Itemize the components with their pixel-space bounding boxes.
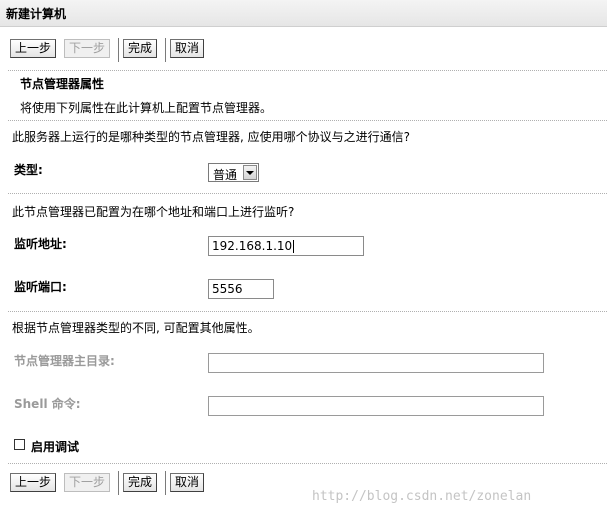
protocol-question: 此服务器上运行的是哪种类型的节点管理器, 应使用哪个协议与之进行通信? [12, 130, 411, 144]
divider [8, 120, 607, 121]
listen-question: 此节点管理器已配置为在哪个地址和端口上进行监听? [12, 205, 295, 219]
cancel-button[interactable]: 取消 [170, 473, 204, 492]
button-separator [118, 38, 119, 62]
top-button-bar: 上一步 下一步 完成 取消 [0, 38, 607, 64]
type-label: 类型: [14, 163, 43, 177]
cancel-button[interactable]: 取消 [170, 39, 204, 58]
next-button: 下一步 [64, 39, 110, 58]
listen-port-input[interactable]: 5556 [208, 279, 274, 299]
watermark: http://blog.csdn.net/zonelan [312, 489, 532, 504]
listen-address-label: 监听地址: [14, 237, 67, 251]
button-separator [118, 471, 119, 495]
listen-port-label: 监听端口: [14, 280, 67, 294]
divider [8, 463, 607, 464]
button-separator [165, 38, 166, 62]
divider [8, 70, 607, 71]
button-separator [165, 471, 166, 495]
back-button[interactable]: 上一步 [10, 473, 56, 492]
type-select-value: 普通 [213, 168, 238, 182]
shell-command-input[interactable] [208, 396, 544, 416]
section-description: 将使用下列属性在此计算机上配置节点管理器。 [20, 101, 273, 115]
debug-checkbox[interactable] [14, 439, 25, 450]
text-cursor [293, 240, 295, 253]
node-manager-home-input[interactable] [208, 353, 544, 373]
section-title: 节点管理器属性 [20, 77, 105, 91]
divider [8, 193, 607, 194]
debug-label: 启用调试 [31, 440, 80, 454]
back-button[interactable]: 上一步 [10, 39, 56, 58]
finish-button[interactable]: 完成 [123, 473, 157, 492]
listen-address-input[interactable]: 192.168.1.10 [208, 236, 364, 256]
shell-command-label: Shell 命令: [14, 397, 81, 411]
window-header: 新建计算机 [0, 0, 607, 27]
chevron-down-icon[interactable] [243, 165, 257, 180]
next-button: 下一步 [64, 473, 110, 492]
divider [8, 311, 607, 312]
listen-address-value: 192.168.1.10 [212, 239, 293, 253]
other-properties-note: 根据节点管理器类型的不同, 可配置其他属性。 [12, 321, 260, 335]
finish-button[interactable]: 完成 [123, 39, 157, 58]
listen-port-value: 5556 [212, 282, 243, 296]
page-title: 新建计算机 [6, 7, 67, 21]
type-select[interactable]: 普通 [208, 163, 259, 182]
node-manager-home-label: 节点管理器主目录: [14, 354, 115, 368]
